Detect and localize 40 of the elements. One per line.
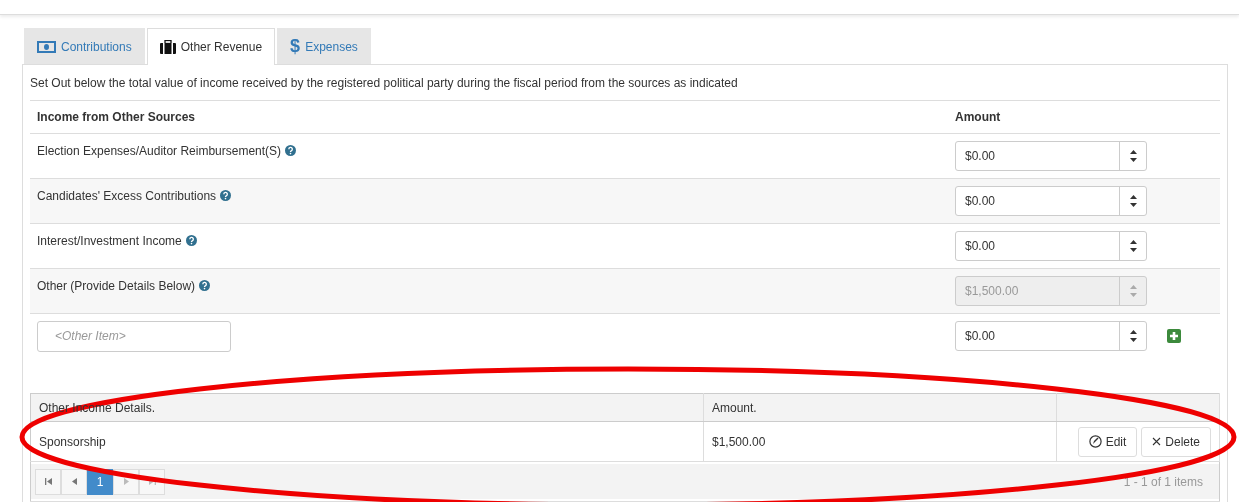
help-icon[interactable] [285, 145, 297, 156]
help-icon[interactable] [199, 280, 211, 291]
income-label: Election Expenses/Auditor Reimbursement(S) [37, 144, 282, 158]
other-item-field[interactable]: <Other Item> [37, 320, 231, 352]
banknote-icon [37, 40, 56, 53]
amount-spinner[interactable]: $0.00 [955, 186, 1147, 216]
help-icon[interactable] [220, 190, 232, 201]
delete-button[interactable]: Delete [1141, 426, 1211, 457]
column-header: Income from Other Sources [30, 100, 948, 134]
up-down-arrows-icon[interactable] [1129, 330, 1137, 342]
first-page-button[interactable] [35, 468, 61, 495]
briefcase-icon [159, 40, 176, 54]
amount-spinner[interactable]: $0.00 [955, 231, 1147, 261]
close-icon [1152, 437, 1162, 446]
income-label: Other (Provide Details Below) [37, 279, 196, 293]
table-cell: $1,500.00 [703, 421, 1057, 462]
income-label: Interest/Investment Income [37, 234, 182, 248]
table-cell: Sponsorship [30, 421, 704, 462]
tab[interactable]: $ Expenses [277, 28, 371, 64]
last-page-icon [148, 478, 156, 485]
amount-spinner[interactable]: $0.00 [955, 321, 1147, 351]
next-page-icon [123, 478, 129, 485]
tab[interactable]: Other Revenue [146, 28, 276, 65]
description-text: Set Out below the total value of income received by the registered political party during the fiscal period from the sources as indicated [30, 75, 739, 92]
dollar-icon: $ [290, 36, 301, 57]
income-label: Candidates' Excess Contributions [37, 189, 217, 203]
edit-button[interactable]: Edit [1077, 426, 1138, 457]
previous-page-icon [71, 478, 77, 485]
up-down-arrows-icon[interactable] [1129, 240, 1137, 252]
up-down-arrows-icon[interactable] [1129, 150, 1137, 162]
amount-spinner[interactable]: $0.00 [955, 141, 1147, 171]
column-header: Amount. [703, 393, 1057, 422]
tab[interactable]: Contributions [24, 28, 145, 64]
add-icon[interactable] [1167, 329, 1181, 343]
pencil-circle-icon [1088, 435, 1102, 448]
first-page-icon [44, 478, 52, 485]
column-header: Amount [948, 100, 1220, 134]
previous-page-button[interactable] [61, 468, 87, 495]
up-down-arrows-icon[interactable] [1129, 195, 1137, 207]
help-icon[interactable] [185, 235, 197, 246]
